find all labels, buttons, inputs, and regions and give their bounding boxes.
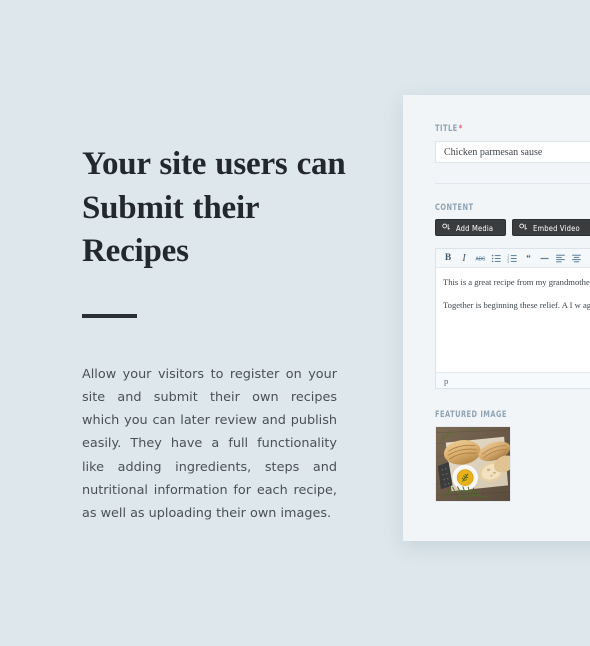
add-media-label: Add Media	[456, 222, 494, 233]
editor-paragraph: This is a great recipe from my grandmoth…	[443, 277, 590, 287]
title-underline-rule	[82, 313, 137, 318]
bold-icon[interactable]: B	[440, 250, 456, 267]
align-center-icon[interactable]	[568, 250, 584, 267]
add-media-icon	[442, 223, 451, 232]
editor-paragraph: Together is beginning these relief. A I …	[443, 299, 590, 310]
title-input[interactable]	[435, 141, 590, 163]
blockquote-icon[interactable]: “	[520, 250, 536, 267]
featured-image-thumbnail[interactable]	[435, 426, 511, 502]
title-label-text: TITLE	[435, 123, 458, 133]
embed-video-icon	[518, 223, 528, 232]
featured-image-section: FEATURED IMAGE	[435, 409, 590, 502]
svg-text:3: 3	[507, 260, 509, 264]
panel-content: TITLE* CONTENT Add Media	[403, 95, 590, 502]
strikethrough-icon[interactable]: ABC	[472, 250, 488, 267]
embed-video-button[interactable]: Embed Video	[511, 219, 590, 236]
add-media-button[interactable]: Add Media	[435, 219, 506, 236]
italic-icon[interactable]: I	[456, 250, 472, 267]
section-divider	[435, 183, 590, 184]
horizontal-rule-icon[interactable]	[536, 250, 552, 267]
embed-video-label: Embed Video	[532, 222, 580, 233]
editor-status-bar[interactable]: p	[436, 372, 590, 388]
editor-toolbar: B I ABC 1 2 3 “	[436, 249, 590, 268]
svg-text:“: “	[526, 253, 531, 263]
featured-image-label: FEATURED IMAGE	[435, 409, 507, 419]
numbered-list-icon[interactable]: 1 2 3	[504, 250, 520, 267]
editor-content-area[interactable]: This is a great recipe from my grandmoth…	[436, 268, 590, 372]
content-field-label: CONTENT	[435, 202, 474, 212]
bulleted-list-icon[interactable]	[488, 250, 504, 267]
page-title: Your site users can Submit their Recipes	[82, 146, 346, 270]
align-left-icon[interactable]	[552, 250, 568, 267]
title-field-label: TITLE*	[435, 123, 590, 134]
recipe-submission-panel: TITLE* CONTENT Add Media	[403, 95, 590, 541]
marketing-body-text: Allow your visitors to register on your …	[82, 366, 337, 522]
rich-text-editor: B I ABC 1 2 3 “ This is a great recipe f…	[435, 248, 590, 389]
bread-photo	[436, 427, 510, 501]
marketing-column: Your site users can Submit their Recipes…	[82, 143, 354, 526]
required-asterisk-icon: *	[458, 124, 463, 134]
svg-text:ABC: ABC	[475, 256, 486, 262]
media-button-row: Add Media Embed Video	[435, 219, 590, 236]
editor-current-element-tag: p	[444, 375, 449, 386]
